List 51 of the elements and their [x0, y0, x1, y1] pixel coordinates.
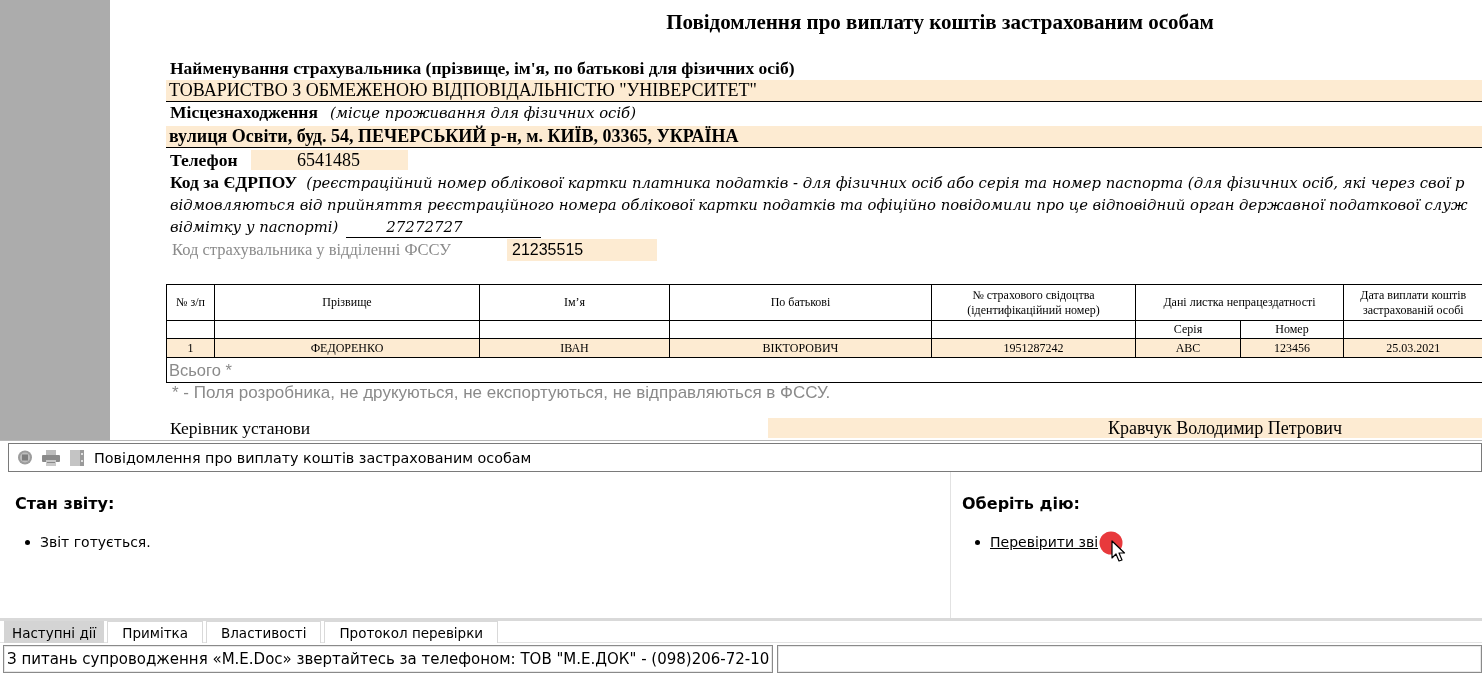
phone-label: Телефон [169, 150, 238, 170]
edrpou-note: (реєстраційний номер облікової картки платника податків - для фізичних осіб або серія та номер паспорта (для фізичних осіб, які через свої р [306, 173, 1465, 193]
table-cell: ІВАН [479, 338, 670, 358]
phone-field[interactable]: 6541485 [251, 150, 408, 170]
edrpou-note: відмовляються від прийняття реєстраційного номера облікової картки податків та офіційно повідомили про це відповідний орган державної податкової служ [170, 195, 1468, 215]
table-cell: ФЕДОРЕНКО [214, 338, 480, 358]
address-field[interactable]: вулиця Освіти, буд. 54, ПЕЧЕРСЬКИЙ р-н, м. КИЇВ, 03365, УКРАЇНА [166, 126, 1482, 148]
book-icon[interactable] [70, 449, 84, 466]
tab[interactable]: Наступні дії [4, 621, 105, 643]
column-header: Ім’я [479, 284, 670, 321]
column-header: № страхового свідоцтва (ідентифікаційний номер) [931, 284, 1136, 321]
table-cell: ABC [1135, 338, 1241, 358]
toolbar-title: Повідомлення про виплату коштів застрахованим особам [94, 449, 532, 466]
column-header: По батькові [669, 284, 932, 321]
column-header: Прізвище [214, 284, 480, 321]
insurer-label: Найменування страхувальника (прізвище, ім'я, по батькові для фізичних осіб) [169, 58, 795, 78]
tab[interactable]: Протокол перевірки [324, 621, 499, 643]
fssu-code-label: Код страхувальника у відділенні ФССУ [171, 240, 451, 260]
status-message: З питань супроводження «M.E.Doc» звертайтесь за телефоном: ТОВ "М.Е.ДОК" - (098)206-72-10 [3, 645, 773, 673]
footnote: * - Поля розробника, не друкуються, не експортуються, не відправляються в ФССУ. [171, 384, 831, 402]
insurer-name-field[interactable]: ТОВАРИСТВО З ОБМЕЖЕНОЮ ВІДПОВІДАЛЬНІСТЮ "УНІВЕРСИТЕТ" [166, 80, 1482, 102]
check-report-link[interactable]: Перевірити зві [990, 534, 1099, 551]
edrpou-note: відмітку у паспорті) [170, 217, 339, 237]
column-header: Номер [1240, 320, 1344, 339]
column-header: № з/п [166, 284, 215, 321]
seal-icon[interactable] [18, 450, 32, 465]
column-header: Дані листка непрацездатності [1135, 284, 1344, 321]
status-text: Звіт готується. [40, 534, 151, 551]
status-heading: Стан звіту: [15, 495, 115, 512]
fssu-code-field[interactable]: 21235515 [507, 239, 657, 261]
cursor-icon [1111, 539, 1127, 563]
actions-heading: Оберіть дію: [962, 495, 1080, 512]
column-header: Дата виплати коштів застрахованій особі [1343, 284, 1482, 321]
table-cell: 1 [166, 338, 215, 358]
bullet-icon [25, 540, 30, 545]
signatory-label: Керівник установи [169, 418, 311, 438]
column-header: Серія [1135, 320, 1241, 339]
bullet-icon [975, 540, 980, 545]
table-cell: ВІКТОРОВИЧ [669, 338, 932, 358]
print-icon[interactable] [42, 449, 60, 466]
location-label: Місцезнаходження [169, 102, 318, 122]
total-label: Всього * [169, 361, 232, 379]
report-title: Повідомлення про виплату коштів застрахованим особам [666, 11, 1214, 34]
edrpou-label: Код за ЄДРПОУ [169, 172, 298, 192]
location-note: (місце проживання для фізичних осіб) [329, 103, 636, 123]
table-cell: 1951287242 [931, 338, 1136, 358]
signatory-field[interactable]: Кравчук Володимир Петрович [768, 418, 1482, 438]
edrpou-field[interactable]: 27272727 [346, 217, 542, 238]
tab[interactable]: Примітка [107, 621, 203, 643]
table-cell: 123456 [1240, 338, 1344, 358]
tab[interactable]: Властивості [205, 621, 322, 643]
